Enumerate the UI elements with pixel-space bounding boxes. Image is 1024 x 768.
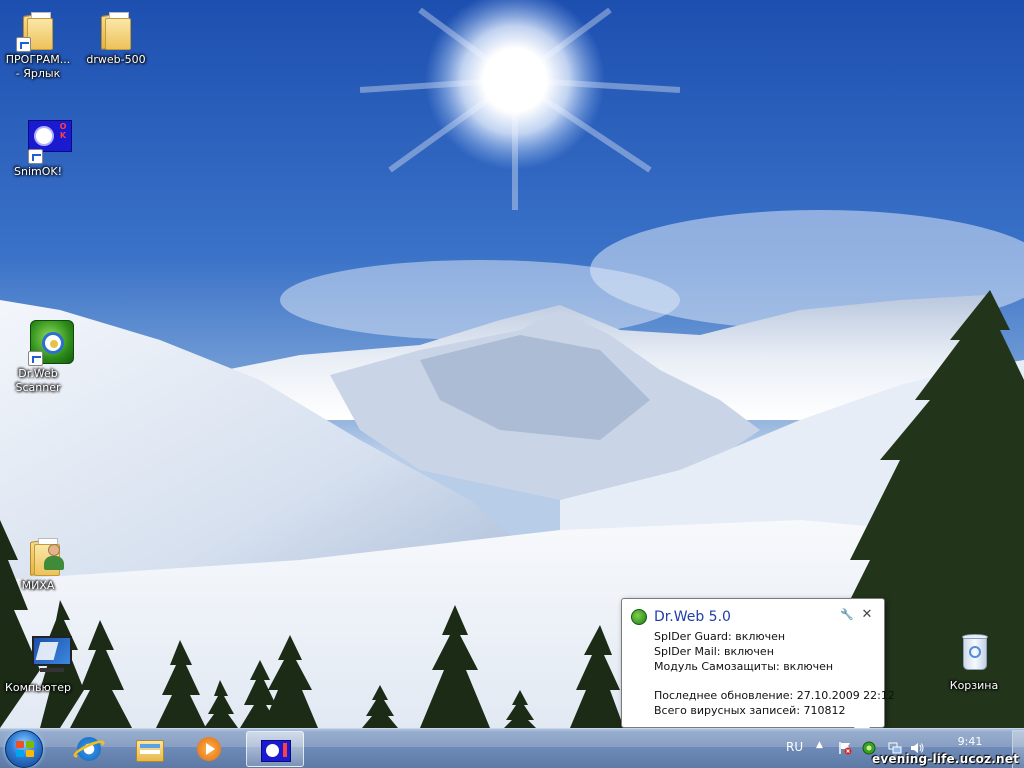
desktop-icon-label: Корзина bbox=[949, 679, 999, 692]
watermark-text: evening-life.ucoz.net bbox=[872, 752, 1020, 766]
shortcut-arrow-icon bbox=[28, 351, 43, 366]
balloon-line-virus-records: Всего вирусных записей: 710812 bbox=[654, 704, 846, 717]
start-button[interactable] bbox=[5, 730, 43, 768]
desktop-icon-computer[interactable]: Компьютер bbox=[0, 632, 76, 695]
desktop-icon-recycle-bin[interactable]: Корзина bbox=[936, 630, 1012, 693]
show-hidden-icons-chevron-icon[interactable]: ▲ bbox=[816, 740, 823, 750]
balloon-line-last-update: Последнее обновление: 27.10.2009 22:12 bbox=[654, 689, 895, 702]
clock-time[interactable]: 9:41 bbox=[930, 735, 1010, 748]
explorer-icon bbox=[134, 734, 164, 764]
taskbar-pin-internet-explorer[interactable] bbox=[60, 731, 118, 767]
close-icon[interactable]: ✕ bbox=[860, 608, 874, 622]
desktop-icon-label: Dr.Web bbox=[18, 367, 58, 380]
language-indicator[interactable]: RU bbox=[786, 740, 803, 754]
shortcut-arrow-icon bbox=[28, 149, 43, 164]
balloon-title: Dr.Web 5.0 bbox=[654, 609, 731, 625]
desktop-icon-drweb-500[interactable]: drweb-500 bbox=[78, 4, 154, 67]
desktop-icon-label: drweb-500 bbox=[86, 53, 146, 66]
taskbar-pin-snimok[interactable] bbox=[246, 731, 304, 767]
media-player-icon bbox=[194, 734, 224, 764]
settings-wrench-icon[interactable]: 🔧 bbox=[840, 608, 854, 622]
internet-explorer-icon bbox=[71, 734, 107, 764]
balloon-line-spider-mail: SpIDer Mail: включен bbox=[654, 645, 774, 658]
folder-shortcut-icon bbox=[14, 4, 62, 52]
desktop-icon-drweb-scanner[interactable]: Dr.Web Scanner bbox=[0, 318, 76, 395]
windows-start-icon bbox=[16, 741, 34, 757]
drweb-spider-icon bbox=[631, 609, 647, 625]
desktop-icon-label: ПРОГРАМ... bbox=[5, 53, 71, 66]
user-folder-icon bbox=[14, 530, 64, 578]
taskbar: RU ▲ 9:41 bbox=[0, 728, 1024, 768]
desktop-icon-label: МИХА bbox=[21, 579, 55, 592]
drweb-notification-balloon[interactable]: Dr.Web 5.0 🔧 ✕ SpIDer Guard: включен SpI… bbox=[621, 598, 895, 740]
taskbar-pin-windows-explorer[interactable] bbox=[120, 731, 178, 767]
desktop-icon-label: SnimOK! bbox=[13, 165, 62, 178]
taskbar-pin-media-player[interactable] bbox=[180, 731, 238, 767]
desktop-icon-label-line2: - Ярлык bbox=[15, 67, 61, 80]
desktop-icon-label: Компьютер bbox=[5, 681, 71, 694]
balloon-line-self-protection: Модуль Самозащиты: включен bbox=[654, 660, 834, 673]
recycle-bin-icon bbox=[950, 630, 998, 678]
snimok-app-icon bbox=[261, 735, 291, 765]
folder-icon bbox=[92, 4, 140, 52]
shortcut-arrow-icon bbox=[16, 37, 31, 52]
balloon-line-spider-guard: SpIDer Guard: включен bbox=[654, 630, 786, 643]
desktop-icon-snimok[interactable]: OK SnimOK! bbox=[0, 116, 76, 179]
drweb-scanner-icon bbox=[14, 318, 74, 366]
snimok-app-icon: OK bbox=[14, 116, 72, 164]
desktop-icon-programs-shortcut[interactable]: ПРОГРАМ... - Ярлык bbox=[0, 4, 76, 81]
computer-icon bbox=[14, 632, 72, 680]
action-center-flag-icon[interactable] bbox=[838, 741, 852, 755]
desktop-icon-label-line2: Scanner bbox=[15, 381, 61, 394]
desktop-icon-user-folder[interactable]: МИХА bbox=[0, 530, 76, 593]
